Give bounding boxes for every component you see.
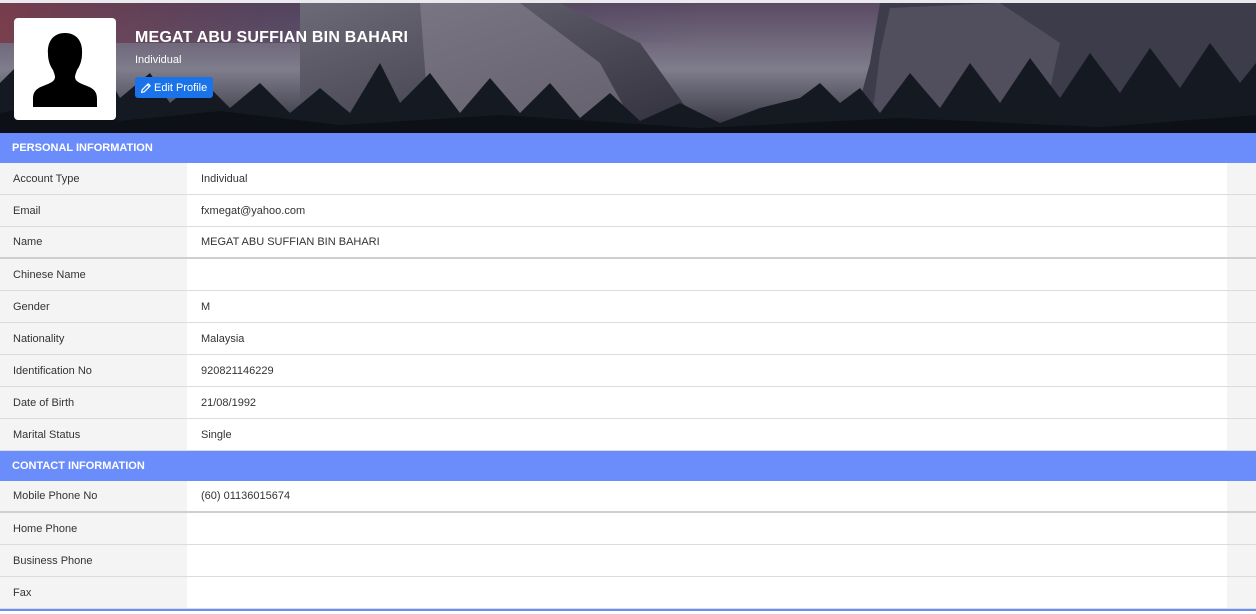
row-value: (60) 01136015674 (187, 481, 1227, 511)
row-value: Malaysia (187, 323, 1227, 354)
personal-information-section: PERSONAL INFORMATION Account Type Indivi… (0, 133, 1256, 451)
info-row-home-phone: Home Phone (0, 513, 1256, 545)
row-value: MEGAT ABU SUFFIAN BIN BAHARI (187, 227, 1227, 257)
row-label: Date of Birth (0, 387, 187, 418)
edit-profile-button[interactable]: Edit Profile (135, 77, 214, 98)
row-label: Nationality (0, 323, 187, 354)
profile-page: MEGAT ABU SUFFIAN BIN BAHARI Individual … (0, 0, 1256, 614)
row-gutter (1227, 545, 1256, 576)
row-label: Gender (0, 291, 187, 322)
info-row-nationality: Nationality Malaysia (0, 323, 1256, 355)
row-value (187, 545, 1227, 576)
row-gutter (1227, 259, 1256, 290)
info-row-identification-no: Identification No 920821146229 (0, 355, 1256, 387)
info-row-business-phone: Business Phone (0, 545, 1256, 577)
info-row-gender: Gender M (0, 291, 1256, 323)
info-row-mobile-phone: Mobile Phone No (60) 01136015674 (0, 481, 1256, 513)
banner-background-image (0, 3, 1256, 133)
row-value: 21/08/1992 (187, 387, 1227, 418)
row-value (187, 259, 1227, 290)
row-value (187, 577, 1227, 608)
row-gutter (1227, 163, 1256, 194)
section-bottom-border (0, 609, 1256, 611)
row-gutter (1227, 577, 1256, 608)
row-value: Individual (187, 163, 1227, 194)
avatar[interactable] (14, 18, 116, 120)
section-header-contact: CONTACT INFORMATION (0, 451, 1256, 481)
row-label: Account Type (0, 163, 187, 194)
row-gutter (1227, 387, 1256, 418)
row-value: fxmegat@yahoo.com (187, 195, 1227, 226)
row-label: Name (0, 227, 187, 257)
row-value: M (187, 291, 1227, 322)
row-gutter (1227, 419, 1256, 450)
row-label: Chinese Name (0, 259, 187, 290)
info-row-date-of-birth: Date of Birth 21/08/1992 (0, 387, 1256, 419)
row-gutter (1227, 323, 1256, 354)
edit-profile-label: Edit Profile (154, 81, 208, 94)
row-gutter (1227, 227, 1256, 257)
row-label: Business Phone (0, 545, 187, 576)
row-label: Marital Status (0, 419, 187, 450)
user-silhouette-icon (33, 33, 97, 107)
row-gutter (1227, 481, 1256, 511)
row-gutter (1227, 513, 1256, 544)
info-row-account-type: Account Type Individual (0, 163, 1256, 195)
info-row-chinese-name: Chinese Name (0, 259, 1256, 291)
contact-information-section: CONTACT INFORMATION Mobile Phone No (60)… (0, 451, 1256, 611)
row-label: Email (0, 195, 187, 226)
row-label: Home Phone (0, 513, 187, 544)
row-value: Single (187, 419, 1227, 450)
row-gutter (1227, 195, 1256, 226)
row-gutter (1227, 355, 1256, 386)
section-header-personal: PERSONAL INFORMATION (0, 133, 1256, 163)
pencil-icon (141, 82, 151, 93)
row-label: Fax (0, 577, 187, 608)
info-row-email: Email fxmegat@yahoo.com (0, 195, 1256, 227)
row-value: 920821146229 (187, 355, 1227, 386)
row-value (187, 513, 1227, 544)
info-row-marital-status: Marital Status Single (0, 419, 1256, 451)
profile-account-type: Individual (135, 54, 182, 66)
row-label: Identification No (0, 355, 187, 386)
row-label: Mobile Phone No (0, 481, 187, 511)
profile-banner: MEGAT ABU SUFFIAN BIN BAHARI Individual … (0, 0, 1256, 133)
profile-name: MEGAT ABU SUFFIAN BIN BAHARI (135, 29, 409, 46)
info-row-name: Name MEGAT ABU SUFFIAN BIN BAHARI (0, 227, 1256, 259)
info-row-fax: Fax (0, 577, 1256, 609)
row-gutter (1227, 291, 1256, 322)
